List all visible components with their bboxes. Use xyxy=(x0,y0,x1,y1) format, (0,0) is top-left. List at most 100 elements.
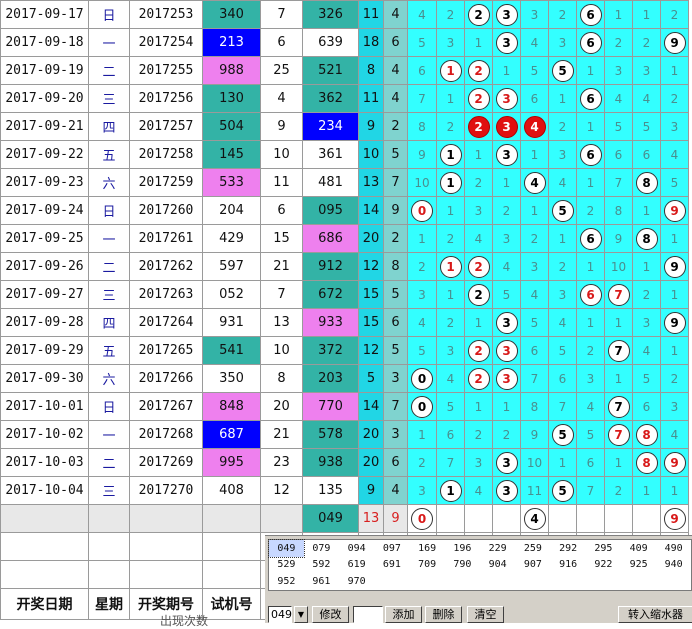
date-cell: 2017-09-19 xyxy=(0,56,89,85)
digit-cell-2: 4 xyxy=(464,476,493,505)
empty-cell xyxy=(129,504,203,533)
number-item[interactable]: 295 xyxy=(586,540,621,557)
number-item[interactable] xyxy=(621,573,656,590)
tail-cell: 6 xyxy=(383,308,408,337)
number-item[interactable]: 094 xyxy=(339,540,374,557)
table-row: 2017-10-04 三 2017270 408 12 135 9 4 3 1 4 3 11 5 7 2 1 1 xyxy=(0,476,689,505)
number-item[interactable]: 691 xyxy=(374,557,409,574)
hit-ball-icon: 3 xyxy=(495,367,518,390)
hit-ball-icon: 5 xyxy=(551,423,574,446)
number-item[interactable]: 709 xyxy=(410,557,445,574)
number-item[interactable]: 961 xyxy=(304,573,339,590)
number-item[interactable]: 592 xyxy=(304,557,339,574)
number-item[interactable]: 925 xyxy=(621,557,656,574)
draw-number-cell: 234 xyxy=(302,112,359,141)
edit-button[interactable]: 修改 xyxy=(312,606,349,623)
digit-cell-9: 9 xyxy=(660,448,689,477)
number-item[interactable]: 292 xyxy=(551,540,586,557)
number-item[interactable]: 049 xyxy=(267,538,305,558)
hit-ball-icon: 6 xyxy=(579,3,602,26)
number-item[interactable] xyxy=(656,573,691,590)
digit-cell-9: 2 xyxy=(660,0,689,29)
digit-cell-9: 1 xyxy=(660,336,689,365)
digit-cell-7: 10 xyxy=(604,252,633,281)
date-cell: 2017-09-24 xyxy=(0,196,89,225)
number-item[interactable] xyxy=(410,573,445,590)
period-cell: 2017269 xyxy=(129,448,203,477)
number-item[interactable]: 079 xyxy=(304,540,339,557)
number-item[interactable]: 790 xyxy=(445,557,480,574)
digit-cell-8: 2 xyxy=(632,280,661,309)
digit-cell-2: 2 xyxy=(464,280,493,309)
number-item[interactable]: 490 xyxy=(656,540,691,557)
summary-digit-cell-5 xyxy=(548,504,577,533)
value-input[interactable] xyxy=(353,606,383,623)
add-button[interactable]: 添加 xyxy=(385,606,422,623)
hit-ball-icon: 1 xyxy=(439,59,462,82)
header-trial: 试机号 xyxy=(202,588,261,620)
clear-button[interactable]: 清空 xyxy=(467,606,504,623)
digit-cell-2: 1 xyxy=(464,140,493,169)
number-item[interactable] xyxy=(445,573,480,590)
period-cell: 2017268 xyxy=(129,420,203,449)
digit-cell-2: 2 xyxy=(464,336,493,365)
number-item[interactable]: 916 xyxy=(551,557,586,574)
number-item[interactable]: 259 xyxy=(515,540,550,557)
sum-cell: 25 xyxy=(260,56,303,85)
number-item[interactable]: 940 xyxy=(656,557,691,574)
digit-cell-5: 1 xyxy=(548,224,577,253)
hit-ball-icon: 8 xyxy=(635,423,658,446)
digit-cell-5: 2 xyxy=(548,0,577,29)
digit-cell-4: 6 xyxy=(520,84,549,113)
table-row: 2017-09-17 日 2017253 340 7 326 11 4 4 2 2 3 3 2 6 1 1 2 xyxy=(0,0,689,29)
hit-ball-icon: 7 xyxy=(607,395,630,418)
sum-cell: 21 xyxy=(260,252,303,281)
date-cell: 2017-09-25 xyxy=(0,224,89,253)
number-item[interactable]: 229 xyxy=(480,540,515,557)
digit-cell-4: 3 xyxy=(520,0,549,29)
digit-cell-7: 1 xyxy=(604,308,633,337)
combo-input[interactable]: 049 xyxy=(268,606,292,623)
number-item[interactable]: 196 xyxy=(445,540,480,557)
digit-cell-5: 7 xyxy=(548,392,577,421)
digit-cell-2: 2 xyxy=(464,168,493,197)
hit-ball-icon: 1 xyxy=(439,479,462,502)
number-item[interactable] xyxy=(480,573,515,590)
digit-cell-0: 4 xyxy=(407,0,437,29)
number-item[interactable] xyxy=(374,573,409,590)
number-item[interactable]: 922 xyxy=(586,557,621,574)
digit-cell-0: 9 xyxy=(407,140,437,169)
digit-cell-2: 1 xyxy=(464,28,493,57)
digit-cell-7: 7 xyxy=(604,420,633,449)
number-item[interactable]: 097 xyxy=(374,540,409,557)
number-item[interactable] xyxy=(586,573,621,590)
number-item[interactable]: 970 xyxy=(339,573,374,590)
number-item[interactable]: 952 xyxy=(269,573,304,590)
digit-cell-2: 4 xyxy=(464,224,493,253)
number-item[interactable] xyxy=(515,573,550,590)
period-cell: 2017266 xyxy=(129,364,203,393)
number-item[interactable]: 169 xyxy=(410,540,445,557)
date-cell: 2017-09-30 xyxy=(0,364,89,393)
number-item[interactable]: 904 xyxy=(480,557,515,574)
hit-ball-icon: 3 xyxy=(495,3,518,26)
chevron-down-icon[interactable]: ▼ xyxy=(294,606,308,623)
tail-cell: 6 xyxy=(383,28,408,57)
digit-cell-6: 4 xyxy=(576,392,605,421)
delete-button[interactable]: 删除 xyxy=(425,606,462,623)
number-item[interactable] xyxy=(551,573,586,590)
digit-cell-7: 2 xyxy=(604,476,633,505)
hit-ball-icon: 6 xyxy=(579,143,602,166)
span-cell: 20 xyxy=(358,224,384,253)
number-item[interactable]: 529 xyxy=(269,557,304,574)
shrink-button[interactable]: 转入缩水器 xyxy=(618,606,692,623)
hit-ball-icon: 7 xyxy=(607,283,630,306)
digit-cell-7: 4 xyxy=(604,84,633,113)
digit-cell-3: 3 xyxy=(492,28,521,57)
digit-cell-9: 1 xyxy=(660,224,689,253)
number-item[interactable]: 409 xyxy=(621,540,656,557)
number-item[interactable]: 907 xyxy=(515,557,550,574)
digit-cell-4: 4 xyxy=(520,280,549,309)
number-item[interactable]: 619 xyxy=(339,557,374,574)
hit-ball-icon: 2 xyxy=(467,283,490,306)
